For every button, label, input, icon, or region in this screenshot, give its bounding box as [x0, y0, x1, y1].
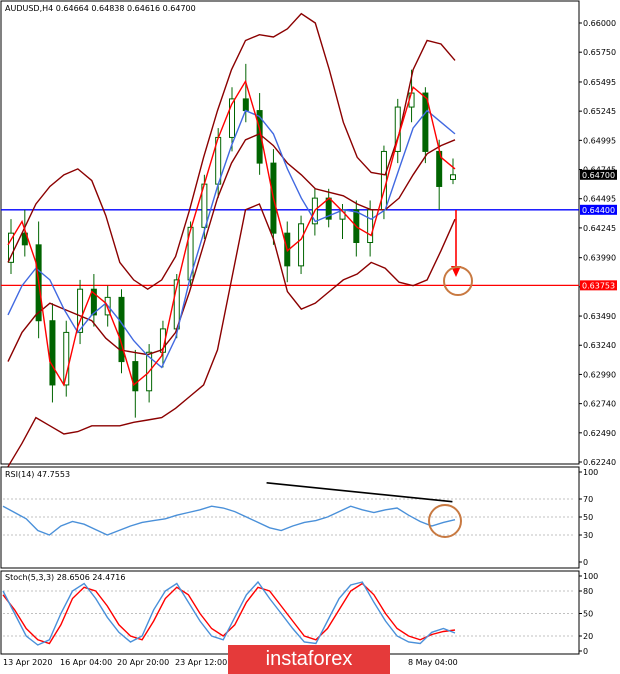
price-tag-label: 0.63753 [582, 281, 615, 290]
y-tick-label: 100 [583, 572, 598, 581]
candle-body [367, 209, 374, 244]
y-tick-label: 0.62740 [583, 400, 616, 409]
x-tick-label: 16 Apr 04:00 [60, 658, 112, 667]
y-tick-label: 0.64495 [583, 195, 616, 204]
chart-window: 0.66000 0.65750 0.65495 0.65245 0.64995 0.647… [0, 0, 617, 667]
candle-body [380, 150, 387, 211]
stoch-title: Stoch(5,3,3) 28.6506 24.4716 [5, 573, 125, 582]
y-tick-label: 50 [583, 513, 593, 522]
price-title: AUDUSD,H4 0.64664 0.64838 0.64616 0.6470… [5, 4, 196, 13]
y-tick-label: 0.63490 [583, 312, 616, 321]
y-tick-label: 0.62990 [583, 370, 616, 379]
y-tick-label: 70 [583, 495, 593, 504]
y-tick-label: 80 [583, 587, 593, 596]
candle-body [298, 223, 305, 267]
price-tag-label: 0.64400 [582, 206, 615, 215]
instaforex-watermark: instaforex [228, 645, 390, 674]
candle-body [450, 174, 456, 180]
candle-body [49, 320, 56, 386]
candle-body [242, 98, 249, 112]
price-panel [0, 0, 580, 465]
candle-body [132, 361, 139, 392]
y-tick-label: 20 [583, 632, 593, 641]
x-tick-label: 23 Apr 12:00 [175, 658, 227, 667]
price-tag-label: 0.64700 [582, 171, 615, 180]
x-tick-label: 13 Apr 2020 [3, 658, 52, 667]
rsi-title: RSI(14) 47.7553 [5, 470, 70, 479]
y-tick-label: 50 [583, 610, 593, 619]
x-tick-label: 20 Apr 20:00 [117, 658, 169, 667]
y-tick-label: 0.62240 [583, 458, 616, 467]
x-tick-label: 8 May 04:00 [408, 658, 458, 667]
y-tick-label: 0.64995 [583, 136, 616, 145]
y-tick-label: 0.63990 [583, 254, 616, 263]
stoch-panel [0, 570, 580, 655]
y-tick-label: 30 [583, 531, 593, 540]
y-tick-label: 0.65245 [583, 107, 616, 116]
y-tick-label: 0.65495 [583, 78, 616, 87]
y-tick-label: 0.65750 [583, 48, 616, 57]
y-tick-label: 0.63240 [583, 341, 616, 350]
y-tick-label: 0.66000 [583, 19, 616, 28]
y-tick-label: 0 [583, 647, 588, 656]
y-tick-label: 0.62490 [583, 429, 616, 438]
y-tick-label: 0.64245 [583, 224, 616, 233]
y-tick-label: 100 [583, 468, 598, 477]
y-tick-label: 0 [583, 558, 588, 567]
